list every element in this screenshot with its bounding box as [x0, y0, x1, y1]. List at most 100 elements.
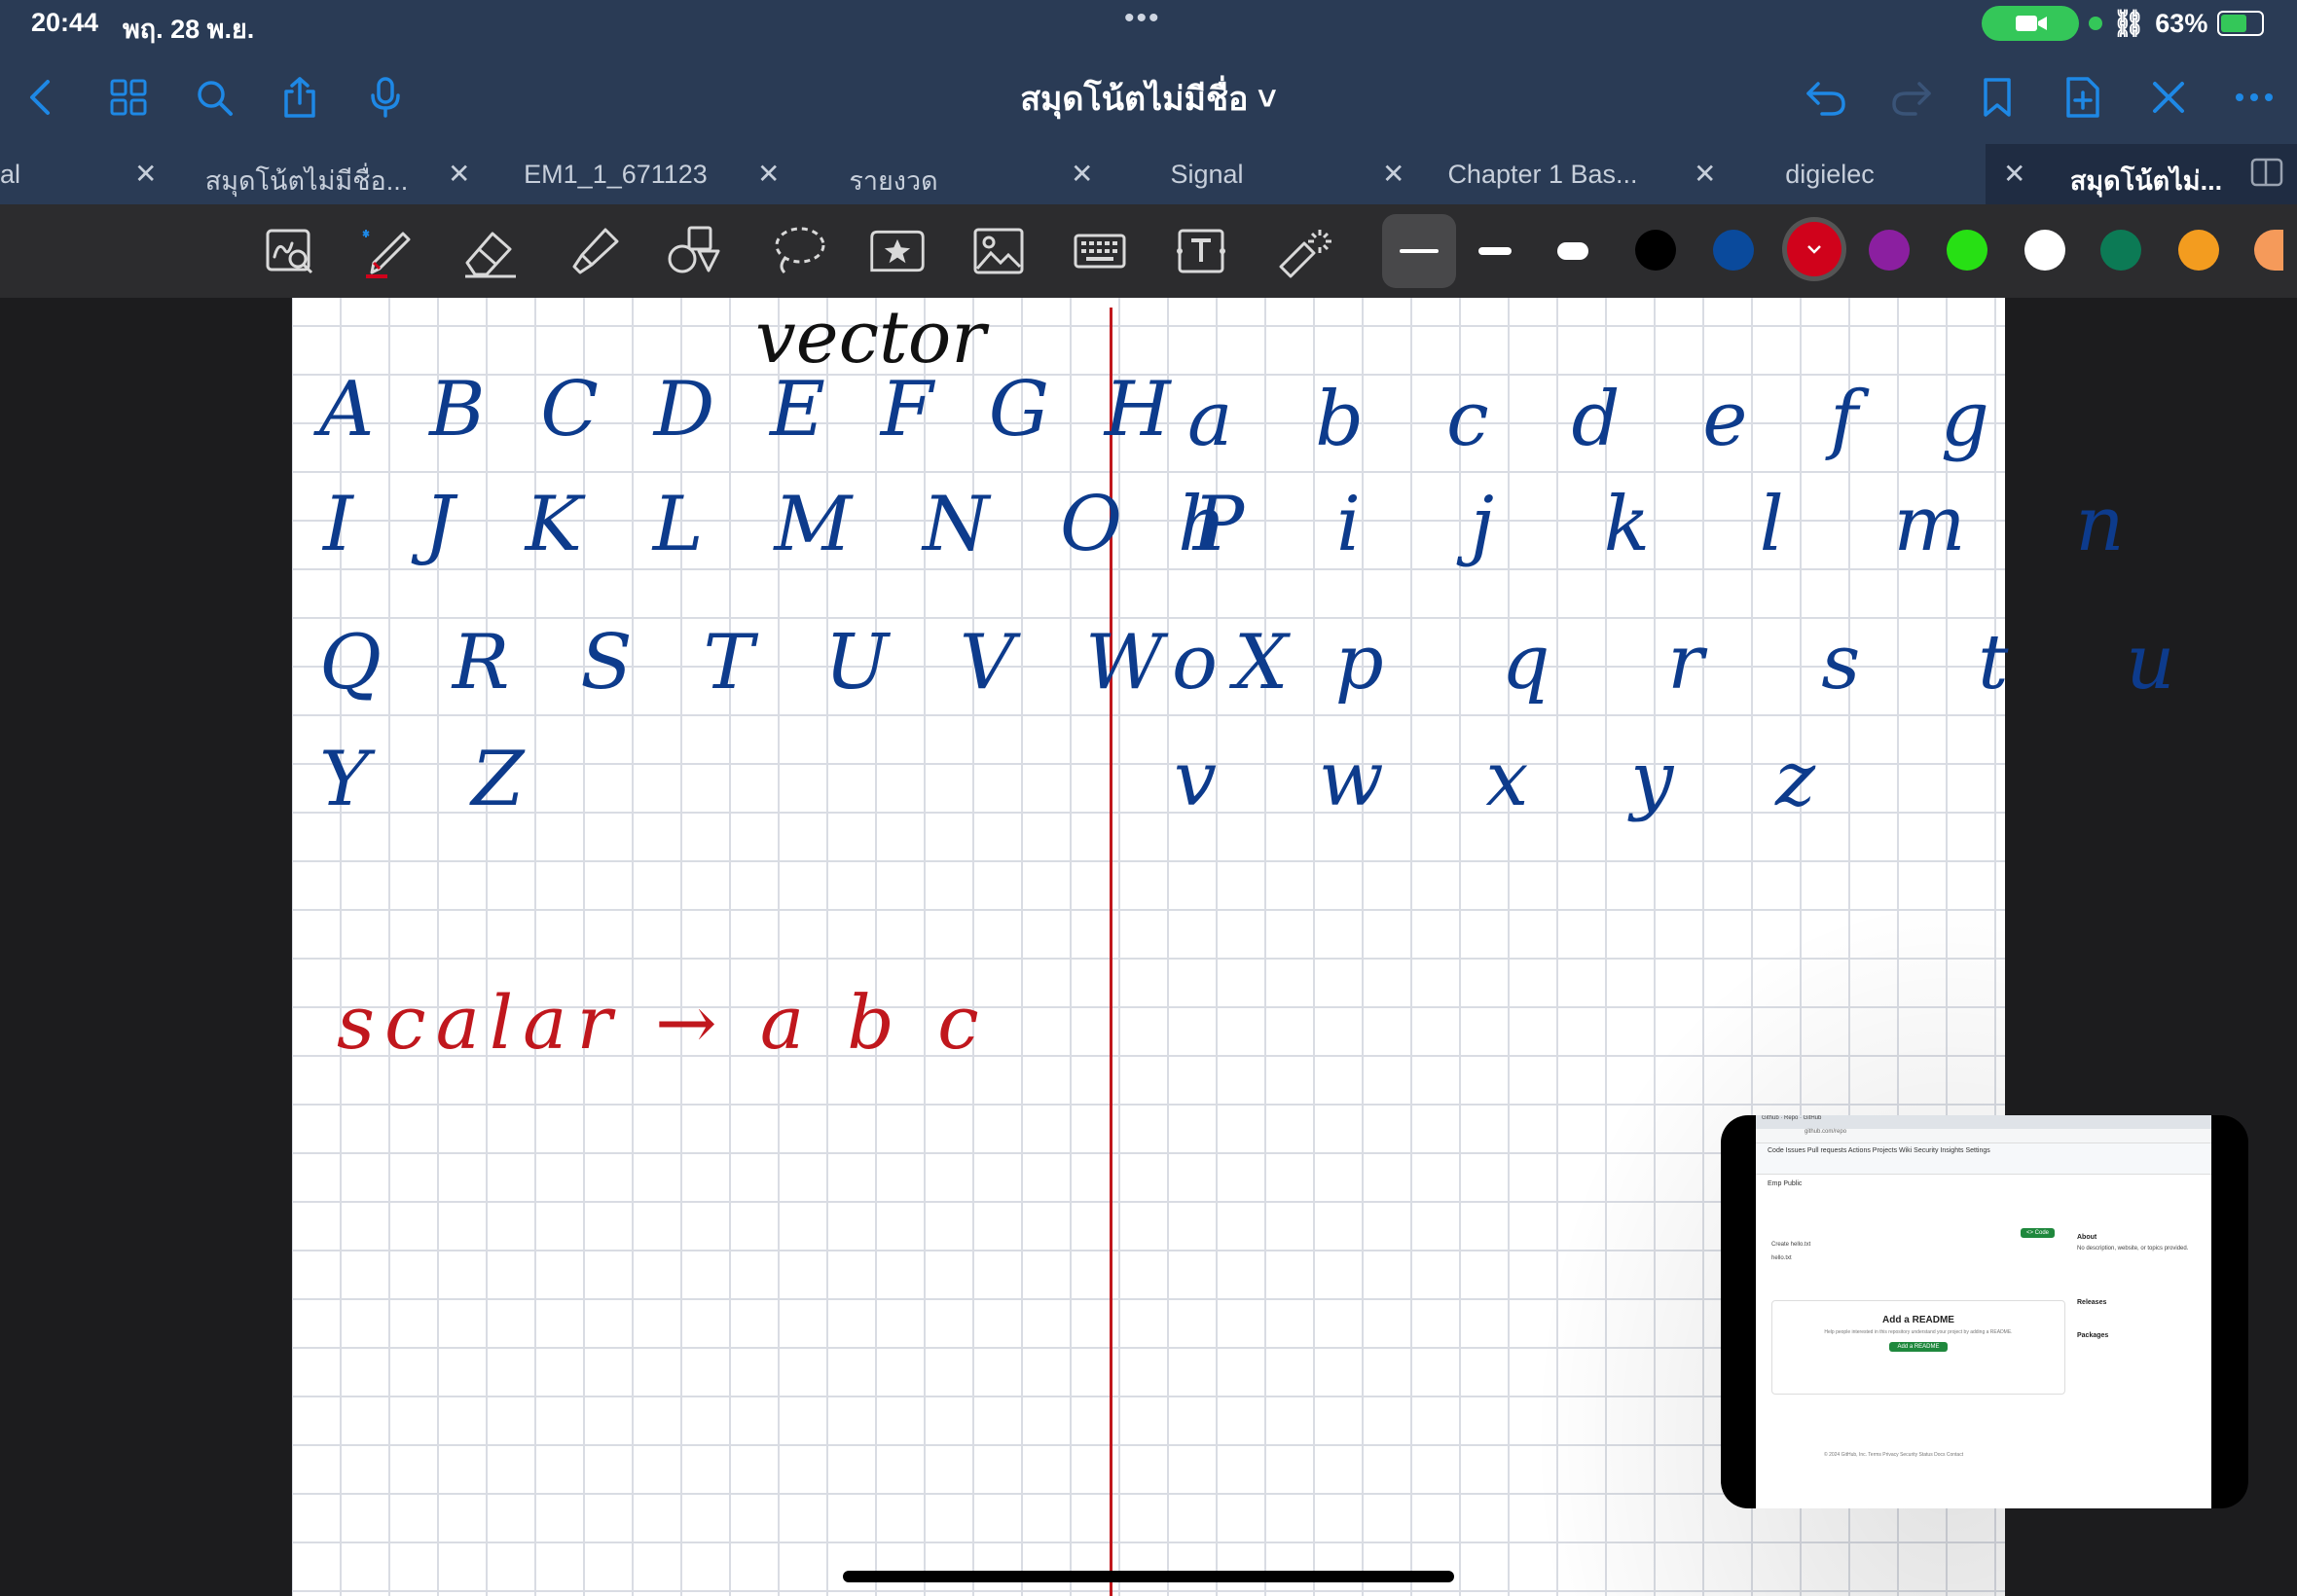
- bookmark-icon: [1984, 78, 2011, 117]
- video-camera-icon: [2016, 16, 2047, 31]
- elements-tool[interactable]: [868, 222, 927, 280]
- color-swatch-green[interactable]: [1947, 230, 1987, 271]
- color-swatch-purple[interactable]: [1869, 230, 1910, 271]
- bookmark-button[interactable]: [1970, 70, 2024, 125]
- color-swatch-black[interactable]: [1635, 230, 1676, 271]
- uppercase-row-2: I J K L M N O P: [323, 481, 1268, 568]
- color-swatch-dark-green[interactable]: [2100, 230, 2141, 271]
- multitasking-dots[interactable]: •••: [1124, 2, 1161, 35]
- search-button[interactable]: [187, 70, 241, 125]
- zoom-window-tool[interactable]: [261, 222, 319, 280]
- share-button[interactable]: [273, 70, 327, 125]
- thumbnails-button[interactable]: [101, 70, 156, 125]
- tab-label: digielec: [1785, 160, 1875, 189]
- close-tab-icon[interactable]: ✕: [1382, 158, 1404, 190]
- add-page-button[interactable]: [2056, 70, 2110, 125]
- uppercase-row-4: Y Z: [319, 736, 564, 823]
- image-tool[interactable]: [969, 222, 1028, 280]
- close-tab-icon[interactable]: ✕: [134, 158, 157, 190]
- pen-off-icon: [2153, 82, 2184, 113]
- pip-sidebar: About No description, website, or topics…: [2077, 1232, 2204, 1342]
- tab-label: สมุดโน้ตไม่มีชื่อ...: [204, 166, 409, 196]
- color-swatch-peach[interactable]: [2254, 230, 2283, 271]
- microphone-button[interactable]: [358, 70, 413, 125]
- pip-packages-heading: Packages: [2077, 1332, 2109, 1339]
- picture-in-picture-window[interactable]: Github · Repo · GitHub github.com/repo C…: [1721, 1115, 2248, 1508]
- text-tool[interactable]: [1172, 222, 1230, 280]
- color-swatch-red-selected[interactable]: [1787, 222, 1841, 276]
- pip-browser-tabs: Github · Repo · GitHub: [1756, 1115, 2211, 1129]
- status-date: พฤ. 28 พ.ย.: [123, 15, 255, 44]
- pen-tool[interactable]: [358, 222, 417, 280]
- zoom-window-icon: [266, 229, 313, 274]
- keyboard-tool[interactable]: [1071, 222, 1129, 280]
- uppercase-row-3: Q R S T U V W X: [319, 619, 1312, 707]
- pip-file-list: Create hello.txt hello.txt: [1771, 1238, 2063, 1265]
- lasso-icon: [775, 227, 825, 274]
- lowercase-row-2: h i j k l m n: [1178, 481, 2168, 568]
- undo-button[interactable]: [1799, 70, 1853, 125]
- pip-about-text: No description, website, or topics provi…: [2077, 1246, 2189, 1251]
- laser-pointer-tool[interactable]: [1275, 222, 1333, 280]
- tab-6[interactable]: Chapter 1 Bas... ✕: [1421, 144, 1716, 204]
- search-icon: [198, 81, 233, 116]
- status-indicators: ⛓ 63%: [2089, 8, 2265, 39]
- tab-label: Chapter 1 Bas...: [1447, 160, 1638, 189]
- more-icon: [2236, 93, 2273, 101]
- close-tab-icon[interactable]: ✕: [757, 158, 780, 190]
- tab-7[interactable]: digielec ✕: [1732, 144, 2029, 204]
- close-tab-icon[interactable]: ✕: [1071, 158, 1093, 190]
- tab-4[interactable]: รายงวด ✕: [796, 144, 1093, 204]
- share-icon: [284, 77, 315, 118]
- camera-in-use-indicator[interactable]: [1982, 6, 2079, 41]
- tab-2[interactable]: สมุดโน้ตไม่มีชื่อ... ✕: [185, 144, 471, 204]
- pip-releases-heading: Releases: [2077, 1299, 2107, 1306]
- tab-label: EM1_1_671123: [524, 160, 708, 189]
- status-time: 20:44: [31, 8, 99, 37]
- eraser-tool[interactable]: [461, 222, 520, 280]
- color-swatch-orange[interactable]: [2178, 230, 2219, 271]
- link-icon: ⛓: [2112, 9, 2146, 38]
- laser-pointer-icon: [1279, 230, 1331, 278]
- highlighter-tool[interactable]: [565, 222, 623, 280]
- split-view-icon[interactable]: [2250, 158, 2283, 187]
- pip-code-button: <> Code: [2021, 1228, 2056, 1238]
- status-bar: 20:44 พฤ. 28 พ.ย. ••• ⛓ 63%: [0, 0, 2297, 51]
- tab-1[interactable]: al ✕: [0, 144, 157, 204]
- color-swatch-white[interactable]: [2024, 230, 2065, 271]
- tab-label: al: [0, 160, 21, 189]
- pip-address-bar: github.com/repo: [1756, 1129, 2211, 1143]
- stroke-width-medium[interactable]: [1466, 222, 1524, 280]
- chevron-down-icon: [1807, 245, 1821, 254]
- stroke-width-thick[interactable]: [1544, 222, 1602, 280]
- redo-button[interactable]: [1884, 70, 1939, 125]
- more-options-button[interactable]: [2227, 70, 2281, 125]
- tab-5[interactable]: Signal ✕: [1110, 144, 1404, 204]
- chevron-left-icon: [30, 80, 50, 115]
- pen-icon: [362, 230, 411, 278]
- close-tab-icon[interactable]: ✕: [1694, 158, 1716, 190]
- pip-readme-title: Add a README: [1882, 1315, 1954, 1325]
- stroke-width-thin-selected[interactable]: [1382, 214, 1456, 288]
- shapes-icon: [668, 226, 720, 273]
- lowercase-row-1: a b c d e f g: [1187, 376, 2019, 463]
- pip-footer: © 2024 GitHub, Inc. Terms Privacy Securi…: [1824, 1452, 1964, 1458]
- add-page-icon: [2066, 77, 2099, 118]
- notebook-title-dropdown[interactable]: สมุดโน้ตไม่มีชื่อ ˅: [876, 72, 1421, 125]
- tab-3[interactable]: EM1_1_671123 ✕: [487, 144, 780, 204]
- scalar-note: scalar → a b c: [337, 979, 989, 1066]
- close-tab-icon[interactable]: ✕: [448, 158, 470, 190]
- tab-label: รายงวด: [849, 166, 938, 196]
- color-swatch-blue[interactable]: [1713, 230, 1754, 271]
- home-indicator[interactable]: [843, 1571, 1454, 1582]
- tab-8-active[interactable]: ✕ สมุดโน้ตไม่...: [1986, 144, 2297, 204]
- lasso-tool[interactable]: [769, 222, 827, 280]
- image-icon: [973, 228, 1024, 274]
- shape-tool[interactable]: [666, 222, 724, 280]
- back-button[interactable]: [14, 70, 68, 125]
- pip-about-heading: About: [2077, 1234, 2097, 1241]
- close-tab-icon[interactable]: ✕: [2003, 158, 2025, 190]
- close-editing-button[interactable]: [2141, 70, 2196, 125]
- uppercase-row-1: A B C D E F G H: [319, 366, 1186, 453]
- pip-readme-subtitle: Help people interested in this repositor…: [1824, 1329, 2013, 1335]
